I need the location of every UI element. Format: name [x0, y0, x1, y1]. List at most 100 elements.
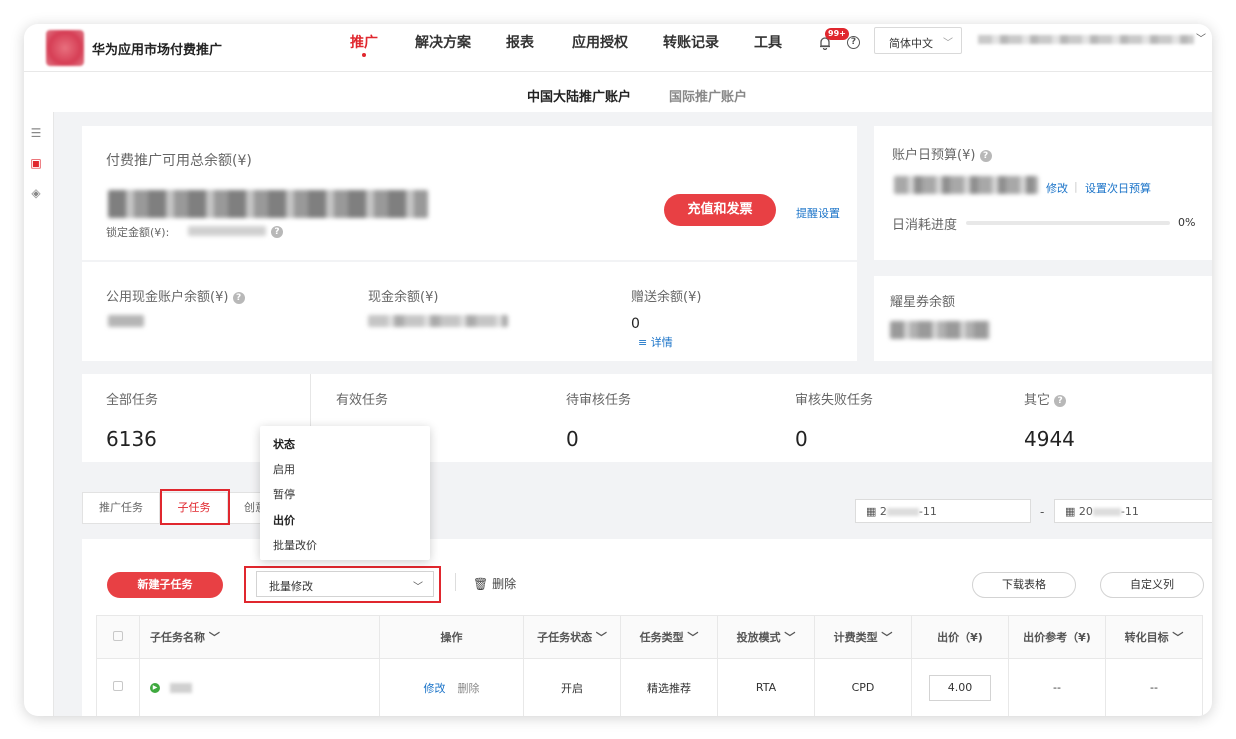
dropdown-item-batch-price[interactable]: 批量改价	[273, 537, 317, 553]
help-icon[interactable]: ?	[979, 149, 992, 162]
help-icon[interactable]: ?	[847, 36, 860, 49]
balance-card: 付费推广可用总余额(¥) 锁定金额(¥): ? 充值和发票 提醒设置	[82, 126, 857, 260]
locked-amount-blurred	[188, 226, 266, 236]
stat-all-tasks-label: 全部任务	[106, 393, 159, 408]
app-logo	[46, 30, 84, 66]
nav-tools[interactable]: 工具	[754, 32, 782, 52]
nav-app-authorization[interactable]: 应用授权	[572, 32, 628, 52]
highlight-box-batch-select	[244, 566, 441, 603]
delete-button[interactable]: 🗑 删除	[473, 575, 516, 592]
column-header-mode[interactable]: 投放模式 ﹀	[717, 615, 815, 659]
column-header-price: 出价（¥)	[911, 615, 1009, 659]
progress-percent: 0%	[1178, 216, 1196, 229]
user-account-blurred[interactable]	[978, 35, 1194, 44]
calendar-icon: ▦	[1065, 505, 1076, 518]
chevron-down-icon[interactable]: ﹀	[1196, 30, 1206, 45]
highlight-box-subtasks	[160, 489, 230, 525]
notification-badge: 99+	[825, 28, 849, 40]
total-balance-title: 付费推广可用总余额(¥)	[106, 153, 252, 169]
modify-budget-link[interactable]: 修改	[1046, 180, 1068, 196]
start-date-input[interactable]: ▦ 2 -11	[855, 499, 1031, 523]
help-icon[interactable]: ?	[232, 291, 245, 304]
subtask-table: 子任务名称 ﹀ 操作 子任务状态 ﹀ 任务类型 ﹀ 投放模式 ﹀ 计费类型 ﹀ …	[96, 615, 1203, 716]
dropdown-group-bid: 出价	[273, 514, 295, 527]
dropdown-item-pause[interactable]: 暂停	[273, 486, 295, 502]
menu-collapse-icon[interactable]: ☰	[29, 126, 43, 140]
brand-title: 华为应用市场付费推广	[92, 43, 223, 58]
table-row: ▶ 修改 删除 开启 精选推荐 RTA CPD 4.00 -- --	[96, 658, 1203, 716]
coupon-balance-label: 耀星券余额	[890, 295, 956, 310]
recharge-invoice-button[interactable]: 充值和发票	[664, 194, 776, 226]
goal-cell: --	[1105, 658, 1203, 716]
row-checkbox[interactable]	[96, 658, 140, 716]
subtask-name-blurred	[169, 683, 192, 693]
custom-columns-button[interactable]: 自定义列	[1100, 572, 1204, 598]
divider: |	[1074, 180, 1078, 193]
next-day-budget-link[interactable]: 设置次日预算	[1085, 180, 1151, 196]
coupon-balance-blurred	[890, 321, 990, 339]
status-cell: 开启	[523, 658, 621, 716]
nav-transfer-records[interactable]: 转账记录	[663, 32, 719, 52]
monitor-icon[interactable]: ▣	[29, 156, 43, 170]
nav-solutions[interactable]: 解决方案	[415, 32, 471, 52]
delete-link[interactable]: 删除	[458, 682, 480, 695]
column-header-billing[interactable]: 计费类型 ﹀	[814, 615, 912, 659]
help-icon[interactable]: ?	[1054, 394, 1067, 407]
stat-valid-tasks-label: 有效任务	[336, 393, 389, 408]
daily-budget-label: 账户日预算(¥) ?	[892, 144, 992, 163]
download-table-button[interactable]: 下载表格	[972, 572, 1076, 598]
price-ref-cell: --	[1008, 658, 1106, 716]
trash-icon: 🗑	[473, 577, 489, 591]
tab-mainland-account[interactable]: 中国大陆推广账户	[527, 86, 631, 105]
end-date-input[interactable]: ▦ 20 -11	[1054, 499, 1212, 523]
stat-failed-tasks-value: 0	[795, 427, 808, 451]
task-type-cell: 精选推荐	[620, 658, 718, 716]
tab-promotion-tasks[interactable]: 推广任务	[82, 492, 160, 524]
tag-icon[interactable]: ◈	[29, 186, 43, 200]
column-header-ops: 操作	[379, 615, 524, 659]
column-header-task-type[interactable]: 任务类型 ﹀	[620, 615, 718, 659]
ops-cell: 修改 删除	[379, 658, 524, 716]
date-range-separator: -	[1040, 505, 1045, 519]
new-subtask-button[interactable]: 新建子任务	[107, 572, 223, 598]
daily-consumption-label: 日消耗进度	[892, 218, 958, 233]
play-icon: ▶	[150, 683, 160, 693]
help-icon[interactable]: ?	[271, 226, 283, 238]
balance-breakdown-card: 公用现金账户余额(¥) ? 现金余额(¥) 赠送余额(¥) 0 ≡ 详情	[82, 262, 857, 361]
table-header-row: 子任务名称 ﹀ 操作 子任务状态 ﹀ 任务类型 ﹀ 投放模式 ﹀ 计费类型 ﹀ …	[96, 615, 1203, 659]
subtask-name-cell: ▶	[139, 658, 380, 716]
billing-cell: CPD	[814, 658, 912, 716]
reminder-settings-link[interactable]: 提醒设置	[796, 205, 840, 221]
dropdown-item-enable[interactable]: 启用	[273, 461, 295, 477]
cash-balance-label: 现金余额(¥)	[368, 290, 439, 305]
stat-failed-tasks-label: 审核失败任务	[795, 393, 874, 408]
daily-budget-value-blurred	[894, 176, 1038, 194]
stat-all-tasks-value: 6136	[106, 427, 157, 451]
tab-international-account[interactable]: 国际推广账户	[669, 86, 747, 105]
divider	[455, 573, 456, 591]
cash-balance-blurred	[368, 315, 508, 327]
public-cash-value-blurred	[108, 315, 144, 327]
stat-pending-tasks-label: 待审核任务	[566, 393, 632, 408]
select-all-checkbox[interactable]	[96, 615, 140, 659]
nav-promotion[interactable]: 推广	[350, 32, 378, 57]
mode-cell: RTA	[717, 658, 815, 716]
column-header-status[interactable]: 子任务状态 ﹀	[523, 615, 621, 659]
price-cell: 4.00	[911, 658, 1009, 716]
column-header-goal[interactable]: 转化目标 ﹀	[1105, 615, 1203, 659]
column-header-name[interactable]: 子任务名称 ﹀	[139, 615, 380, 659]
coupon-card: 耀星券余额	[874, 276, 1212, 361]
daily-budget-card: 账户日预算(¥) ? 修改 | 设置次日预算 日消耗进度 0%	[874, 126, 1212, 260]
calendar-icon: ▦	[866, 505, 877, 518]
language-select[interactable]: 简体中文 ﹀	[874, 27, 962, 54]
nav-reports[interactable]: 报表	[506, 32, 534, 52]
gift-balance-value: 0	[631, 316, 640, 332]
daily-consumption-progress-bar	[966, 221, 1170, 225]
dropdown-group-status: 状态	[273, 438, 295, 451]
price-input[interactable]: 4.00	[929, 674, 991, 701]
chevron-down-icon: ﹀	[943, 38, 953, 49]
details-link[interactable]: ≡ 详情	[638, 334, 673, 350]
account-region-tabs: 中国大陆推广账户 国际推广账户	[24, 72, 1212, 112]
modify-link[interactable]: 修改	[424, 682, 446, 695]
gift-balance-label: 赠送余额(¥)	[631, 290, 702, 305]
